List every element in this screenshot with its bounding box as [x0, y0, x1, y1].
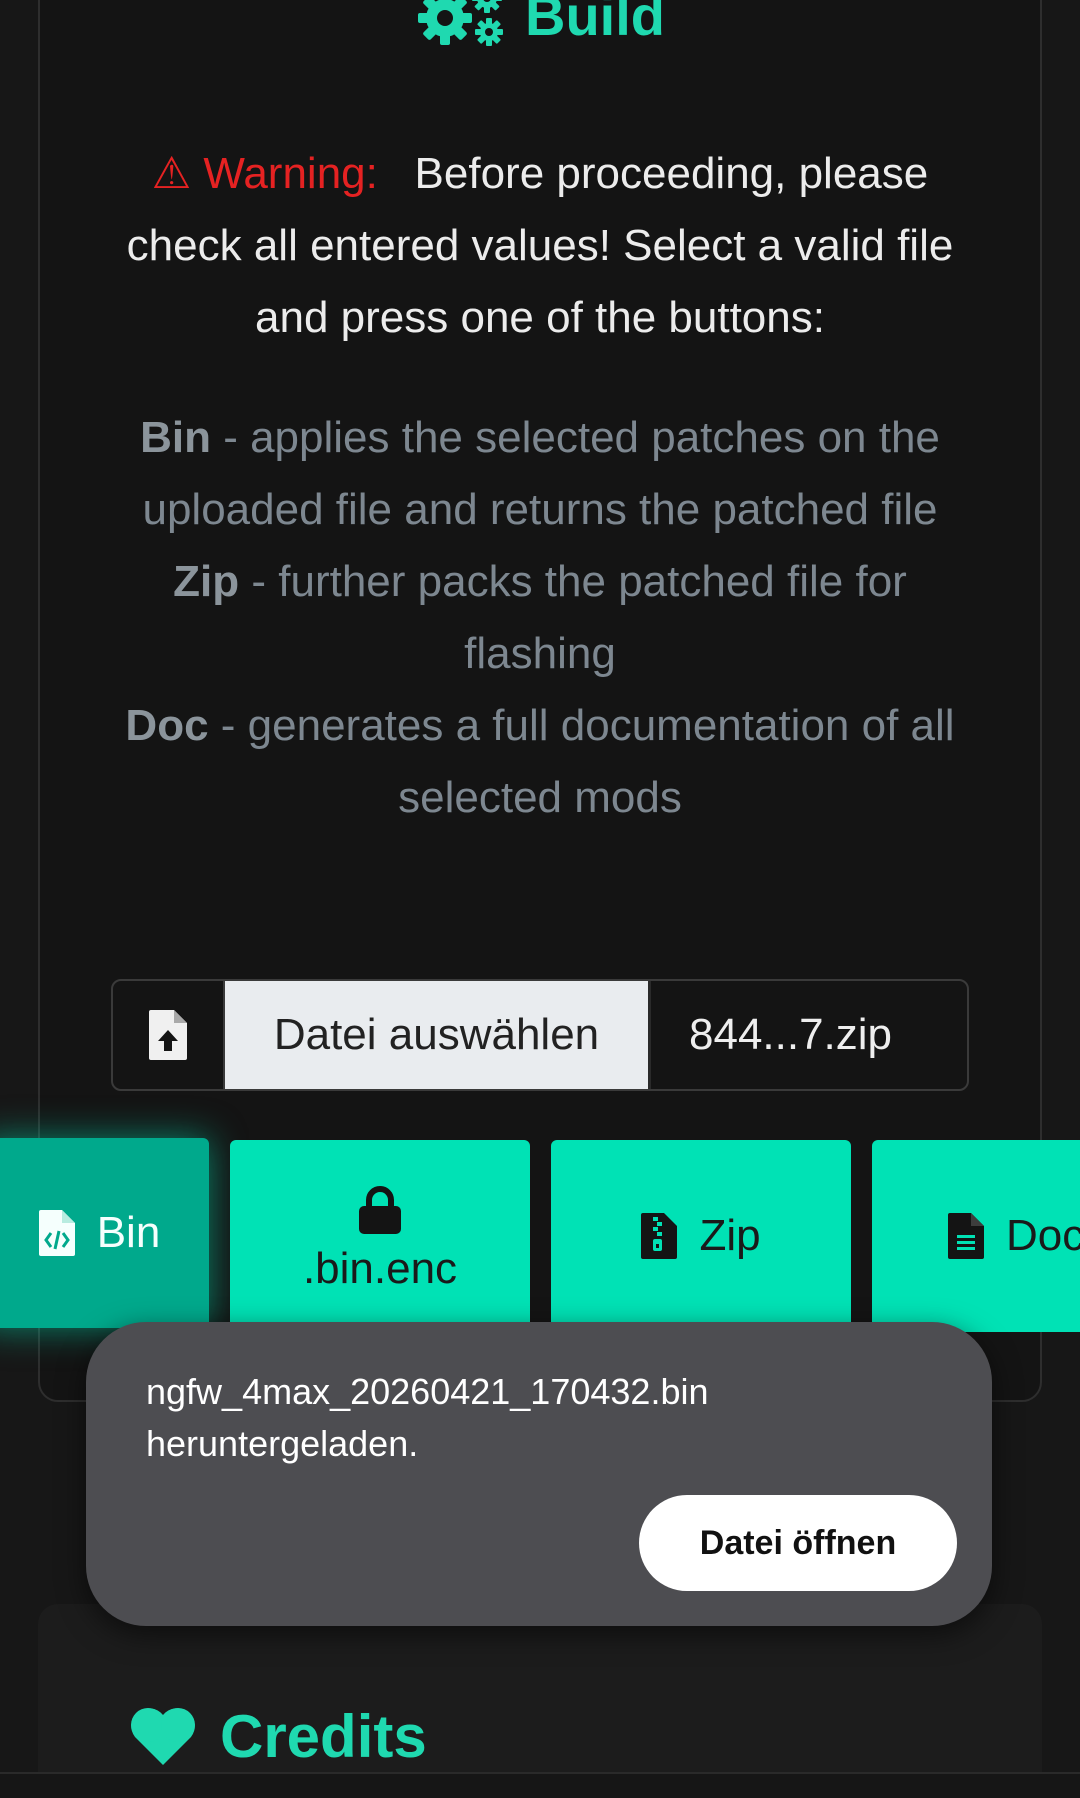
- file-upload-icon: [149, 1010, 187, 1060]
- file-text-icon: [948, 1213, 984, 1259]
- open-file-button[interactable]: Datei öffnen: [639, 1495, 957, 1591]
- gears-icon: [418, 0, 503, 46]
- choose-file-button[interactable]: Datei auswählen: [225, 981, 651, 1089]
- warning-triangle-icon: ⚠: [151, 149, 192, 198]
- button-descriptions: Bin - applies the selected patches on th…: [100, 402, 980, 834]
- warning-label: Warning:: [203, 149, 378, 198]
- doc-button-label: Doc: [1006, 1211, 1080, 1260]
- doc-button[interactable]: Doc: [872, 1140, 1080, 1332]
- description-text: - generates a full documentation of all …: [220, 701, 955, 822]
- file-input[interactable]: Datei auswählen 844...7.zip: [111, 979, 969, 1091]
- heart-icon: [131, 1708, 195, 1765]
- description-item: Zip - further packs the patched file for…: [100, 546, 980, 690]
- download-toast: ngfw_4max_20260421_170432.bin herunterge…: [86, 1322, 992, 1626]
- warning-label-group: ⚠ Warning:: [152, 149, 390, 198]
- bin-button[interactable]: Bin: [0, 1138, 209, 1328]
- warning-message: ⚠ Warning: Before proceeding, please che…: [120, 138, 960, 354]
- zip-button[interactable]: Zip: [551, 1140, 851, 1332]
- description-term: Zip: [173, 557, 240, 606]
- page: Build ⚠ Warning: Before proceeding, plea…: [0, 0, 1080, 1798]
- bottom-edge: [0, 1772, 1080, 1798]
- lock-icon: [359, 1186, 401, 1234]
- build-title: Build: [525, 0, 665, 47]
- bin-enc-button-label: .bin.enc: [302, 1244, 458, 1293]
- selected-file-name: 844...7.zip: [689, 1010, 893, 1059]
- toast-message: ngfw_4max_20260421_170432.bin herunterge…: [146, 1371, 709, 1464]
- file-upload-icon-box: [113, 981, 225, 1089]
- description-term: Bin: [140, 413, 211, 462]
- bin-enc-button[interactable]: .bin.enc: [230, 1140, 530, 1332]
- description-text: - applies the selected patches on the up…: [142, 413, 940, 534]
- description-text: - further packs the patched file for fla…: [251, 557, 907, 678]
- description-term: Doc: [125, 701, 209, 750]
- file-zip-icon: [641, 1213, 678, 1259]
- file-code-icon: [38, 1210, 75, 1256]
- description-item: Doc - generates a full documentation of …: [100, 690, 980, 834]
- credits-title: Credits: [220, 1702, 427, 1770]
- credits-heading: Credits: [130, 1700, 427, 1772]
- description-item: Bin - applies the selected patches on th…: [100, 402, 980, 546]
- zip-button-label: Zip: [699, 1211, 761, 1260]
- build-heading: Build: [40, 0, 1040, 48]
- bin-button-label: Bin: [96, 1208, 161, 1257]
